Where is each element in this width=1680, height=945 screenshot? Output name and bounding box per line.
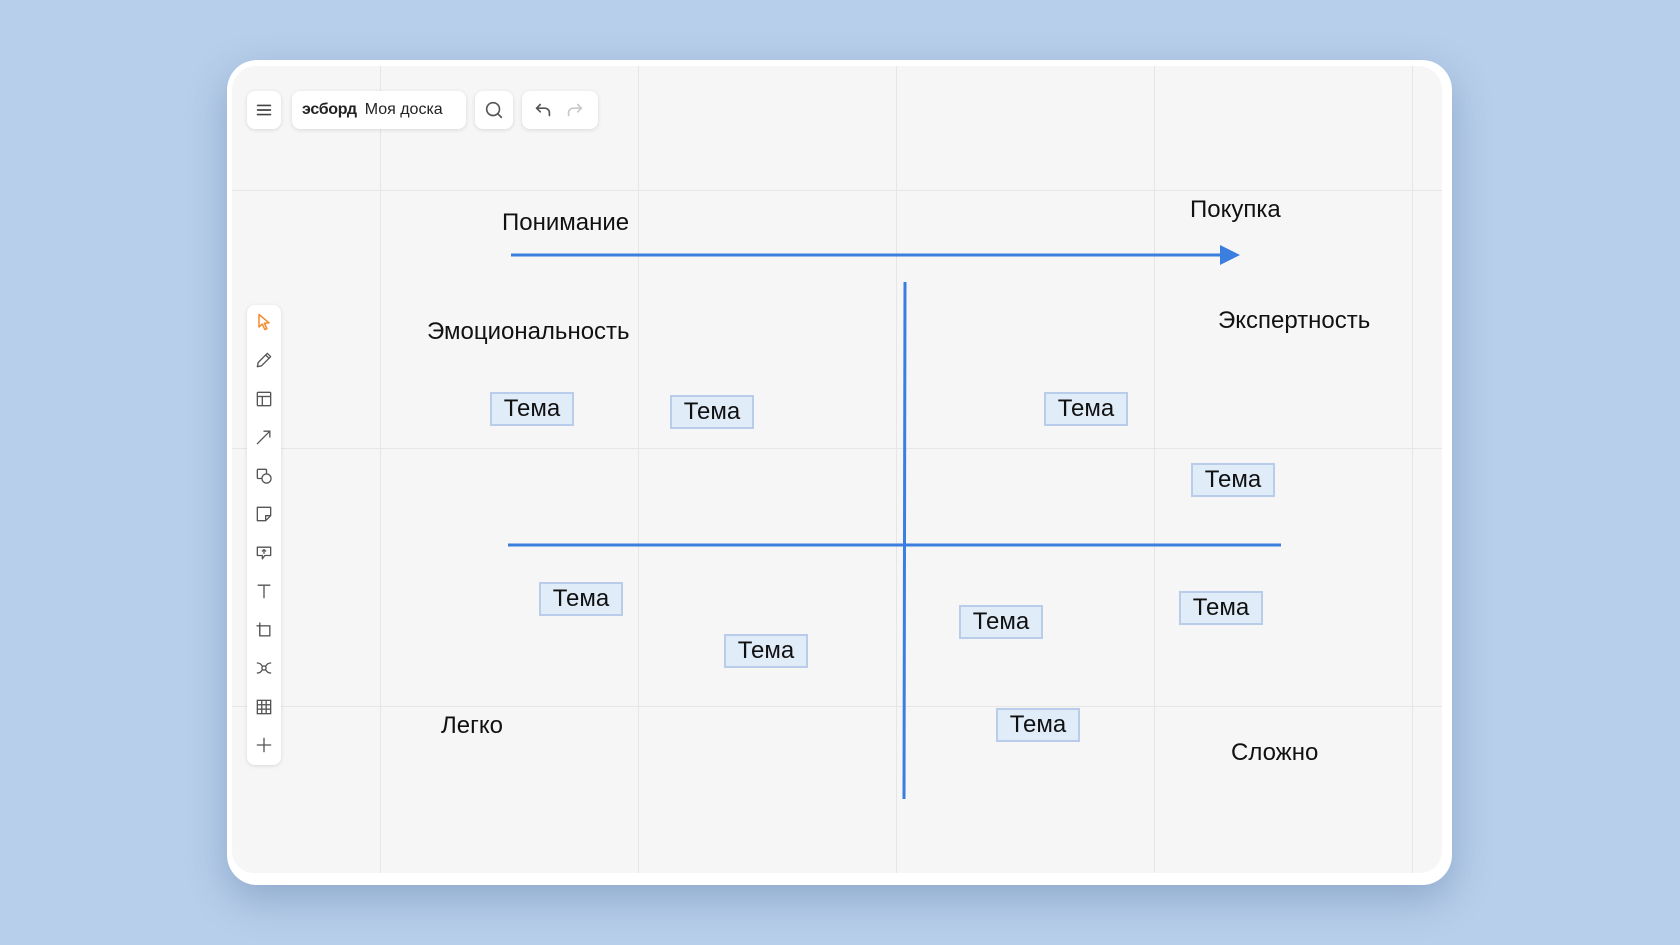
sticker-topic[interactable]: Тема bbox=[959, 605, 1043, 639]
whiteboard-canvas[interactable]: эсборд Моя доска Понимание Покупка Эмоци… bbox=[232, 66, 1442, 873]
label-understanding[interactable]: Понимание bbox=[502, 209, 629, 237]
label-hard[interactable]: Сложно bbox=[1231, 739, 1318, 767]
sticker-topic[interactable]: Тема bbox=[670, 395, 754, 429]
sticker-topic[interactable]: Тема bbox=[1179, 591, 1263, 625]
label-easy[interactable]: Легко bbox=[441, 712, 503, 740]
label-purchase[interactable]: Покупка bbox=[1190, 196, 1281, 224]
vertical-axis bbox=[902, 281, 907, 800]
sticker-topic[interactable]: Тема bbox=[490, 392, 574, 426]
label-expertise[interactable]: Экспертность bbox=[1218, 307, 1370, 335]
top-arrow-head bbox=[1220, 245, 1240, 265]
sticker-topic[interactable]: Тема bbox=[1044, 392, 1128, 426]
sticker-topic[interactable]: Тема bbox=[539, 582, 623, 616]
label-emotionality[interactable]: Эмоциональность bbox=[427, 318, 630, 346]
sticker-topic[interactable]: Тема bbox=[724, 634, 808, 668]
sticker-topic[interactable]: Тема bbox=[996, 708, 1080, 742]
sticker-topic[interactable]: Тема bbox=[1191, 463, 1275, 497]
app-window: эсборд Моя доска Понимание Покупка Эмоци… bbox=[227, 60, 1452, 885]
